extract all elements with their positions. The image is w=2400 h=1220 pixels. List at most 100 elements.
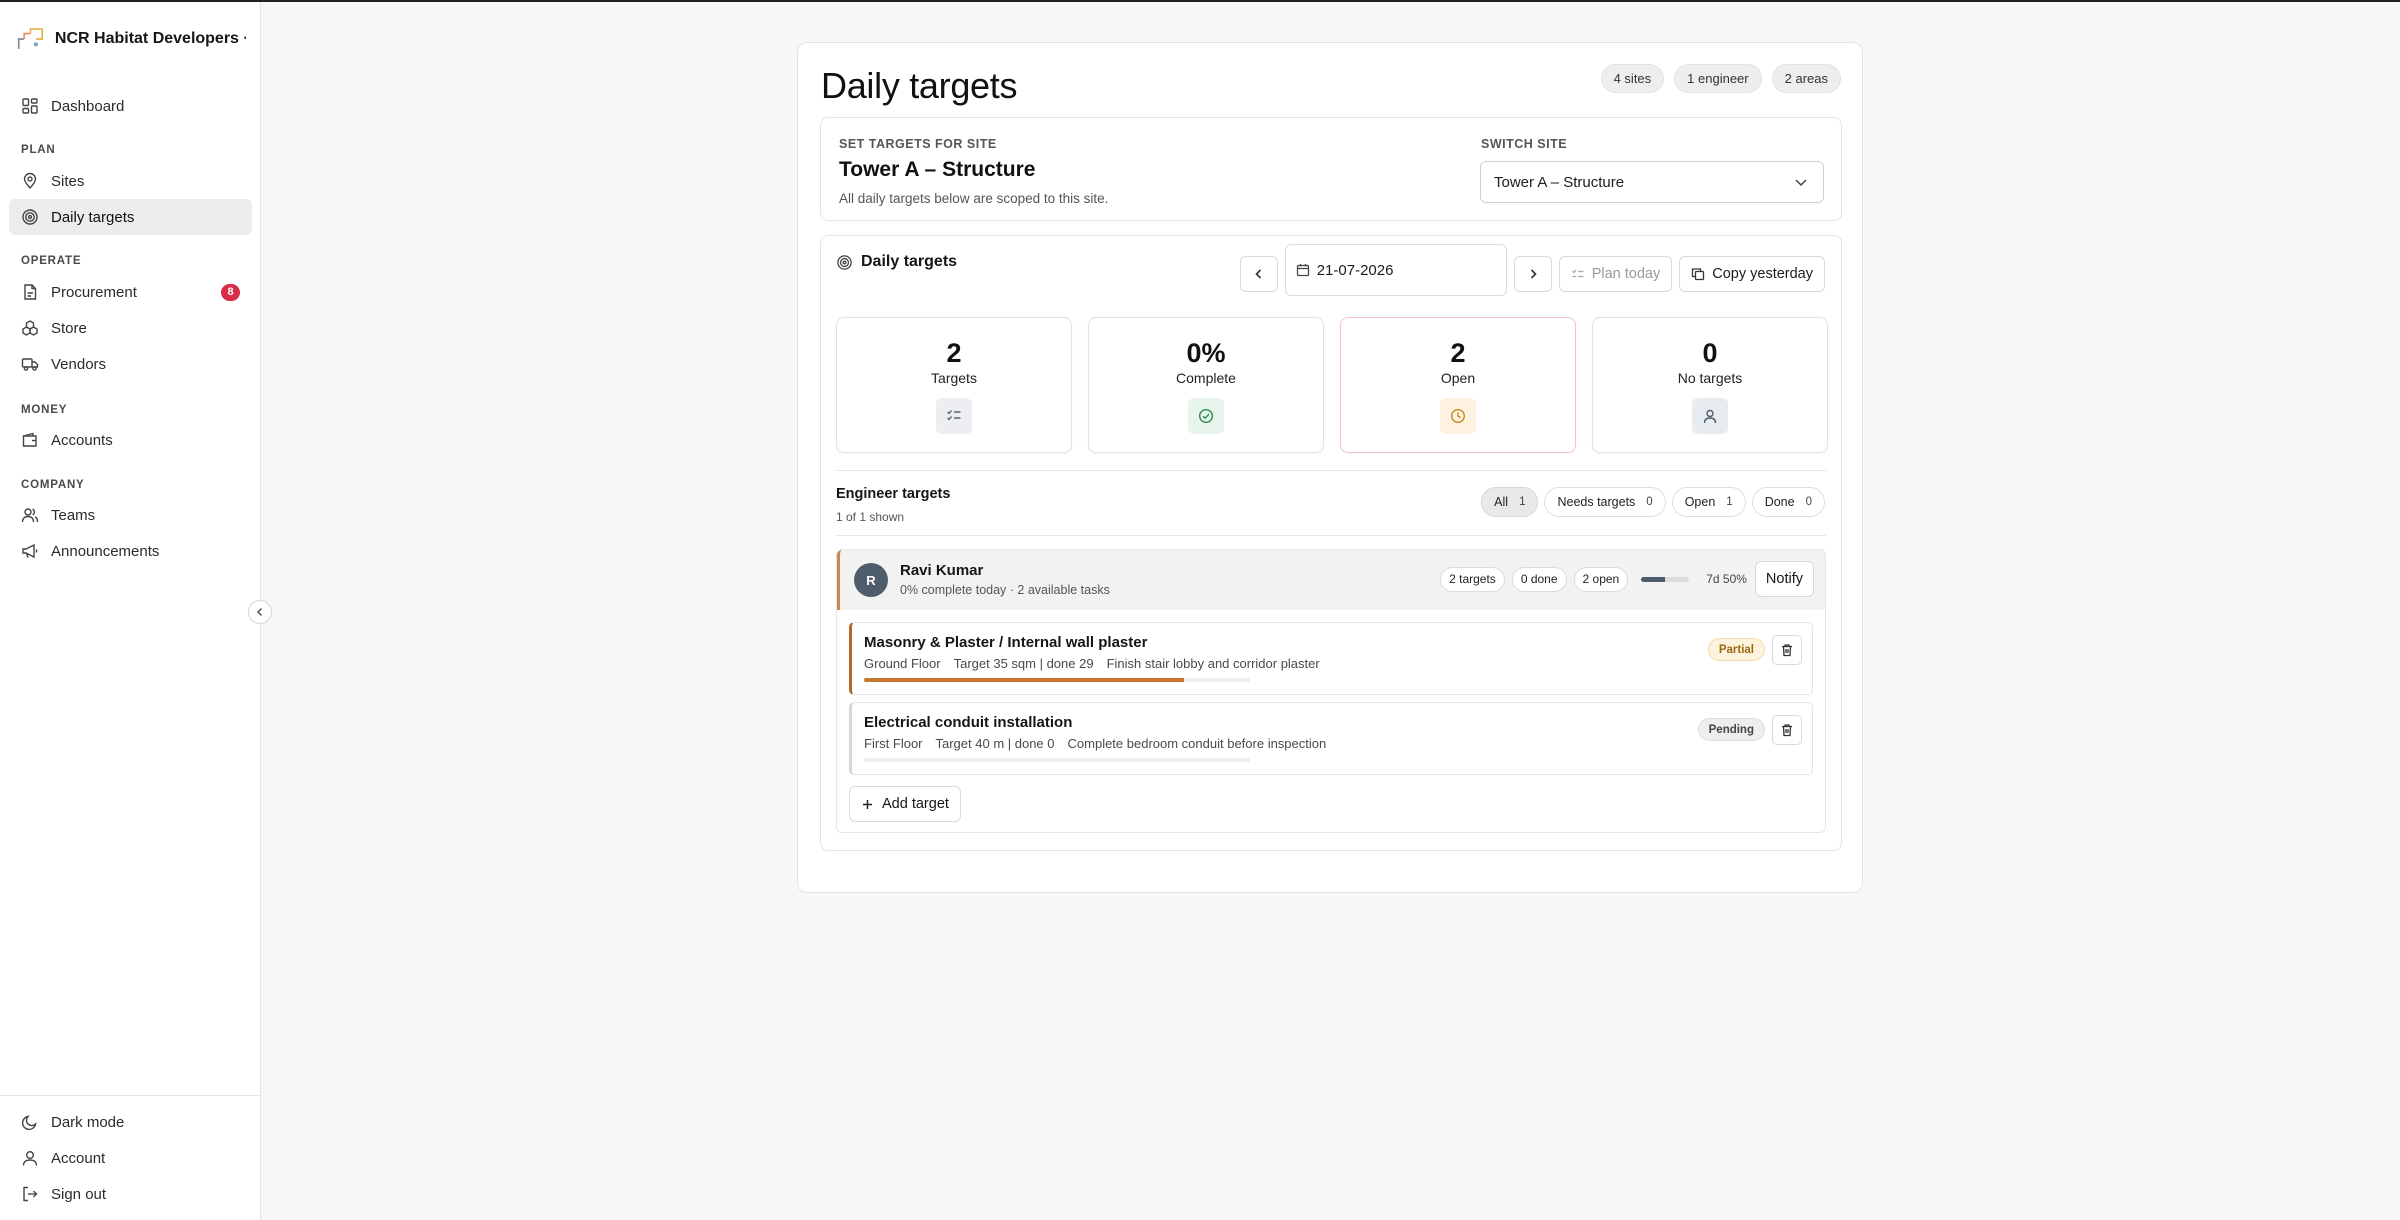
- sidebar-item-account[interactable]: Account: [9, 1140, 252, 1176]
- stat-card-complete[interactable]: 0% Complete: [1088, 317, 1324, 453]
- dark-mode-toggle[interactable]: Dark mode: [9, 1104, 252, 1140]
- delete-task-button[interactable]: [1772, 635, 1802, 665]
- map-pin-icon: [23, 172, 37, 190]
- sidebar-item-label: Account: [51, 1149, 106, 1167]
- filter-count: 1: [1519, 496, 1526, 508]
- engineer-targets-count: 1 of 1 shown: [836, 510, 905, 524]
- sidebar-item-vendors[interactable]: Vendors: [9, 346, 252, 382]
- filter-open[interactable]: Open 1: [1671, 487, 1746, 517]
- moon-icon: [21, 1115, 37, 1131]
- engineer-header[interactable]: R Ravi Kumar 0% complete today · 2 avail…: [837, 550, 1825, 610]
- add-target-label: Add target: [882, 796, 949, 812]
- sidebar-item-store[interactable]: Store: [9, 310, 252, 346]
- current-site-name: Tower A – Structure: [839, 158, 1036, 181]
- delete-task-button[interactable]: [1772, 715, 1802, 745]
- brand-name: NCR Habitat Developers · ...: [54, 30, 246, 47]
- check-circle-icon: [1188, 398, 1224, 434]
- task-note: Finish stair lobby and corridor plaster: [1106, 656, 1320, 671]
- seven-day-progress-bar: [1641, 576, 1690, 582]
- seven-day-progress-fill: [1641, 576, 1666, 582]
- add-target-button[interactable]: Add target: [849, 786, 961, 822]
- sidebar-item-dashboard[interactable]: Dashboard: [9, 88, 252, 124]
- stat-label: Open: [1440, 370, 1476, 386]
- sidebar-item-teams[interactable]: Teams: [9, 497, 252, 533]
- nav-section-money: MONEY: [21, 404, 68, 416]
- nav-section-plan: PLAN: [21, 144, 56, 156]
- sidebar: NCR Habitat Developers · ... Dashboard P…: [0, 2, 261, 1220]
- calendar-icon: [1296, 264, 1309, 277]
- filter-label: All: [1494, 495, 1509, 509]
- sidebar-item-label: Announcements: [51, 542, 160, 560]
- notify-button[interactable]: Notify: [1754, 561, 1814, 597]
- sign-out-icon: [23, 1186, 38, 1202]
- list-plan-icon: [1571, 269, 1584, 278]
- sites-count-chip: 4 sites: [1600, 64, 1665, 93]
- chevron-left-icon: [1255, 269, 1261, 279]
- date-value: 21-07-2026: [1316, 261, 1394, 279]
- filter-label: Needs targets: [1557, 495, 1636, 509]
- stat-card-no-targets[interactable]: 0 No targets: [1592, 317, 1828, 453]
- copy-icon: [1692, 268, 1705, 281]
- task-title: Electrical conduit installation: [864, 714, 1073, 731]
- switch-site-label: SWITCH SITE: [1481, 137, 1568, 151]
- engineers-count-chip: 1 engineer: [1674, 64, 1762, 93]
- site-panel-hint: All daily targets below are scoped to th…: [839, 191, 1109, 206]
- stat-card-open[interactable]: 2 Open: [1340, 317, 1576, 453]
- task-row[interactable]: Electrical conduit installation First Fl…: [849, 702, 1813, 775]
- user-icon: [22, 1151, 38, 1166]
- sidebar-item-procurement[interactable]: Procurement 8: [9, 274, 252, 310]
- filter-needs-targets[interactable]: Needs targets 0: [1544, 487, 1666, 517]
- filter-count: 1: [1726, 496, 1733, 508]
- avatar: R: [854, 563, 888, 597]
- selected-site-value: Tower A – Structure: [1494, 173, 1625, 191]
- chevron-left-icon: [256, 607, 263, 617]
- sidebar-item-daily-targets[interactable]: Daily targets: [9, 199, 252, 235]
- stat-card-targets[interactable]: 2 Targets: [836, 317, 1072, 453]
- section-divider: [836, 535, 1826, 536]
- users-icon: [21, 508, 39, 523]
- brand-logo-icon: [17, 28, 44, 49]
- truck-icon: [21, 358, 39, 371]
- stat-label: Targets: [931, 370, 977, 386]
- seven-day-progress-label: 7d 50%: [1706, 572, 1747, 586]
- nav-section-company: COMPANY: [21, 479, 85, 491]
- sidebar-item-announcements[interactable]: Announcements: [9, 533, 252, 569]
- task-title: Masonry & Plaster / Internal wall plaste…: [864, 634, 1148, 651]
- task-floor: First Floor: [864, 736, 923, 751]
- switch-site-select[interactable]: Tower A – Structure: [1480, 161, 1824, 203]
- filter-all[interactable]: All 1: [1481, 487, 1539, 517]
- chevron-right-icon: [1530, 269, 1537, 279]
- brand[interactable]: NCR Habitat Developers · ...: [16, 22, 246, 56]
- trash-icon: [1782, 644, 1792, 657]
- stat-value: 0: [1702, 338, 1718, 368]
- engineer-block: R Ravi Kumar 0% complete today · 2 avail…: [836, 549, 1826, 833]
- daily-targets-panel: Daily targets 21-07-2026 Plan today Copy…: [820, 235, 1842, 851]
- date-picker-input[interactable]: 21-07-2026: [1284, 244, 1507, 296]
- open-count-pill: 2 open: [1573, 566, 1629, 592]
- sidebar-divider: [0, 1095, 260, 1096]
- boxes-icon: [22, 320, 38, 336]
- document-icon: [24, 284, 37, 300]
- engineer-targets-title: Engineer targets: [836, 486, 951, 502]
- stat-label: Complete: [1176, 370, 1236, 386]
- header-chips: 4 sites 1 engineer 2 areas: [1600, 64, 1841, 93]
- sidebar-item-label: Daily targets: [51, 208, 135, 226]
- next-day-button[interactable]: [1513, 256, 1552, 292]
- page-title: Daily targets: [821, 65, 1018, 106]
- previous-day-button[interactable]: [1239, 256, 1278, 292]
- sidebar-collapse-button[interactable]: [248, 600, 272, 624]
- copy-yesterday-button[interactable]: Copy yesterday: [1679, 256, 1825, 292]
- sign-out-button[interactable]: Sign out: [9, 1176, 252, 1212]
- target-icon: [22, 209, 38, 225]
- plan-today-button[interactable]: Plan today: [1558, 256, 1673, 292]
- sidebar-item-accounts[interactable]: Accounts: [9, 422, 252, 458]
- sidebar-item-sites[interactable]: Sites: [9, 163, 252, 199]
- task-target: Target 35 sqm | done 29: [953, 656, 1094, 671]
- filter-count: 0: [1805, 496, 1812, 508]
- task-row[interactable]: Masonry & Plaster / Internal wall plaste…: [849, 622, 1813, 695]
- procurement-count-badge: 8: [221, 283, 240, 301]
- engineer-stats: 2 targets 0 done 2 open 7d 50% Notify: [1440, 561, 1814, 597]
- checklist-icon: [936, 398, 972, 434]
- target-icon: [837, 254, 852, 270]
- filter-done[interactable]: Done 0: [1751, 487, 1825, 517]
